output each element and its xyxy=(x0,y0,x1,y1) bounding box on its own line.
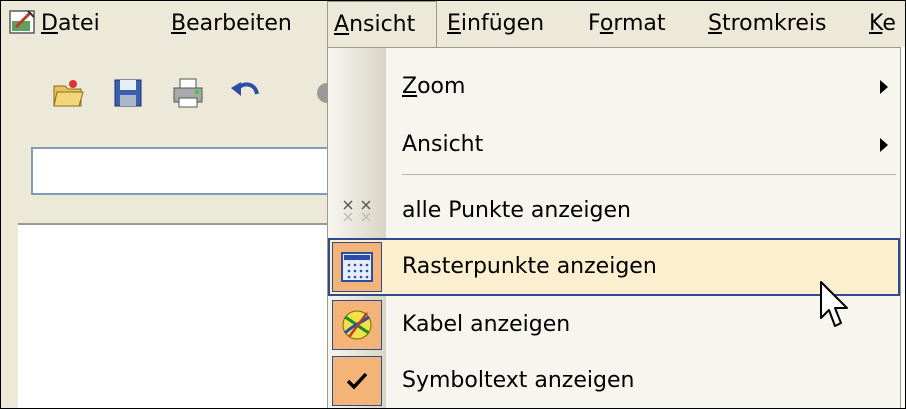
menuitem-zoom-label: Zoom xyxy=(402,58,465,116)
menuitem-ansicht-text: Ansicht xyxy=(402,132,484,157)
menu-separator xyxy=(402,174,896,175)
menu-datei[interactable]: Datei xyxy=(41,1,100,47)
application-window: Datei Bearbeiten Ansicht Einfügen Format… xyxy=(0,0,906,409)
menuitem-alle-punkte[interactable]: alle Punkte anzeigen xyxy=(328,182,900,240)
menuitem-rasterpunkte-label: Rasterpunkte anzeigen xyxy=(402,238,657,296)
submenu-arrow-icon xyxy=(880,80,888,94)
mouse-cursor-icon xyxy=(820,281,848,327)
menuitem-symboltext-label: Symboltext anzeigen xyxy=(402,352,635,408)
menuitem-zoom-accel: Z xyxy=(402,74,418,99)
menu-ansicht-accel: A xyxy=(334,12,350,37)
checked-state-box xyxy=(332,300,382,350)
menu-einfuegen[interactable]: Einfügen xyxy=(447,1,544,47)
menuitem-symboltext[interactable]: Symboltext anzeigen xyxy=(328,352,900,408)
checkmark-icon xyxy=(346,372,368,390)
menuitem-kabel-text: Kabel anzeigen xyxy=(402,312,571,337)
checked-state-box xyxy=(332,356,382,406)
menu-stromkreis-label: tromkreis xyxy=(721,11,827,36)
menuitem-ansicht[interactable]: Ansicht xyxy=(328,116,900,174)
ansicht-dropdown: Zoom Ansicht alle Punkte anzeigen Raster… xyxy=(327,47,901,408)
raster-grid-icon xyxy=(341,252,373,282)
menu-format-accel: o xyxy=(599,11,614,36)
menu-format[interactable]: Format xyxy=(588,1,666,47)
menu-format-label: rmat xyxy=(613,11,666,36)
menu-stromkreis[interactable]: Stromkreis xyxy=(708,1,826,47)
toolbar xyxy=(1,60,327,126)
menuitem-kabel[interactable]: Kabel anzeigen xyxy=(328,296,900,354)
menu-ansicht-label: nsicht xyxy=(349,12,416,37)
menuitem-zoom[interactable]: Zoom xyxy=(328,58,900,116)
menu-einfuegen-accel: E xyxy=(447,11,461,36)
menu-bar: Datei Bearbeiten Ansicht Einfügen Format… xyxy=(1,1,905,47)
menuitem-ansicht-label: Ansicht xyxy=(402,116,483,174)
menuitem-symboltext-text: Symboltext anzeigen xyxy=(402,368,635,393)
menu-datei-label: atei xyxy=(57,11,100,36)
canvas-area[interactable] xyxy=(18,223,328,408)
print-icon[interactable] xyxy=(171,76,205,110)
dots-grid-icon xyxy=(343,200,371,222)
app-icon[interactable] xyxy=(8,7,38,37)
menu-bearbeiten-accel: B xyxy=(171,11,187,36)
submenu-arrow-icon xyxy=(880,138,888,152)
menuitem-rasterpunkte-text: Rasterpunkte anzeigen xyxy=(402,254,657,279)
menuitem-alle-punkte-label: alle Punkte anzeigen xyxy=(402,182,631,240)
menuitem-zoom-text: oom xyxy=(417,74,466,99)
menuitem-rasterpunkte[interactable]: Rasterpunkte anzeigen xyxy=(328,238,900,296)
checked-state-box xyxy=(332,242,382,292)
menu-ke[interactable]: Ke xyxy=(869,1,896,47)
menu-ke-label: e xyxy=(882,11,896,36)
toolbar-overflow-icon[interactable] xyxy=(301,76,327,110)
menu-bearbeiten[interactable]: Bearbeiten xyxy=(171,1,292,47)
undo-icon[interactable] xyxy=(229,76,263,110)
menu-stromkreis-accel: S xyxy=(708,11,722,36)
menuitem-kabel-label: Kabel anzeigen xyxy=(402,296,570,354)
address-input[interactable] xyxy=(31,147,331,195)
menu-datei-accel: D xyxy=(41,11,58,36)
save-icon[interactable] xyxy=(111,76,145,110)
menu-ansicht[interactable]: Ansicht xyxy=(327,1,437,47)
open-icon[interactable] xyxy=(51,76,85,110)
cable-icon xyxy=(342,310,372,340)
menu-format-pre: F xyxy=(588,11,600,36)
menu-ke-accel: K xyxy=(869,11,883,36)
menuitem-alle-punkte-text: alle Punkte anzeigen xyxy=(402,198,631,223)
menu-einfuegen-label: infügen xyxy=(460,11,545,36)
menu-bearbeiten-label: earbeiten xyxy=(186,11,292,36)
